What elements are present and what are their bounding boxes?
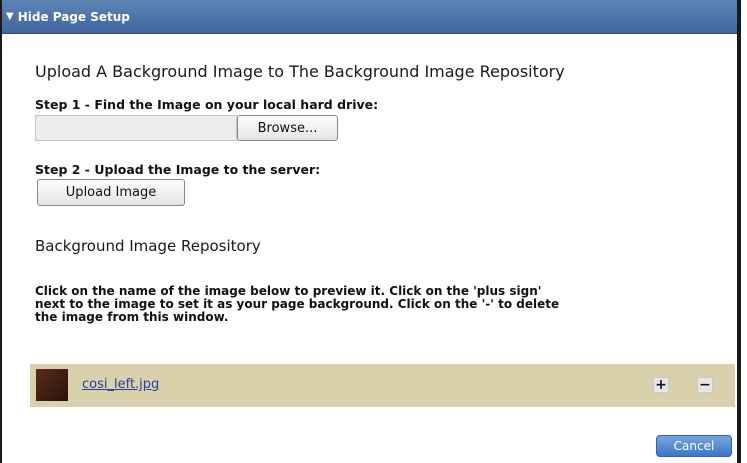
plus-icon[interactable]: + xyxy=(653,377,669,393)
step1-label: Step 1 - Find the Image on your local ha… xyxy=(35,97,379,112)
file-path-input[interactable] xyxy=(35,115,237,141)
upload-heading: Upload A Background Image to The Backgro… xyxy=(35,62,565,81)
cancel-button[interactable]: Cancel xyxy=(656,435,732,457)
page-setup-panel: ▼ Hide Page Setup Upload A Background Im… xyxy=(0,0,741,463)
instruction-line: the image from this window. xyxy=(35,310,229,324)
browse-button[interactable]: Browse... xyxy=(237,115,338,141)
header-title[interactable]: Hide Page Setup xyxy=(18,10,130,24)
triangle-down-icon[interactable]: ▼ xyxy=(6,11,14,22)
upload-image-button[interactable]: Upload Image xyxy=(37,179,185,206)
repository-heading: Background Image Repository xyxy=(35,237,261,255)
step2-label: Step 2 - Upload the Image to the server: xyxy=(35,162,321,177)
minus-icon[interactable]: − xyxy=(697,377,713,393)
image-name-link[interactable]: cosi_left.jpg xyxy=(82,377,159,392)
repository-image-row: cosi_left.jpg + − xyxy=(30,364,735,407)
repository-instructions: Click on the name of the image below to … xyxy=(35,285,725,324)
page-setup-header[interactable]: ▼ Hide Page Setup xyxy=(2,0,737,34)
image-thumbnail[interactable] xyxy=(36,369,68,401)
